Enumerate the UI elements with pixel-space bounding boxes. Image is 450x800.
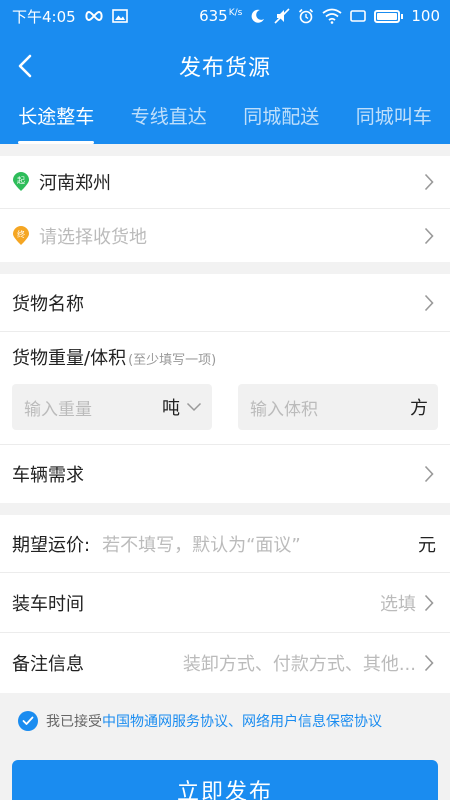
status-bar: 下午4:05 635K/s 100 [0, 0, 450, 32]
svg-text:终: 终 [17, 229, 25, 239]
end-location-row[interactable]: 终 请选择收货地 [0, 209, 450, 262]
status-time: 下午4:05 [12, 7, 76, 26]
back-arrow-icon [18, 54, 32, 78]
weight-volume-hint: (至少填写一项) [128, 353, 217, 368]
weight-unit-select[interactable]: 吨 [162, 394, 202, 420]
end-location-placeholder: 请选择收货地 [39, 226, 147, 248]
route-section: 起 河南郑州 终 请选择收货地 [0, 156, 450, 262]
vehicle-requirement-row[interactable]: 车辆需求 [0, 445, 450, 503]
price-input[interactable]: 若不填写，默认为“面议” [102, 531, 301, 557]
infinity-icon [84, 10, 104, 22]
image-icon [111, 9, 128, 23]
loading-time-placeholder: 选填 [380, 593, 416, 615]
screen-icon [350, 9, 367, 23]
wifi-icon [322, 8, 342, 24]
mute-icon [274, 8, 290, 24]
remark-label: 备注信息 [12, 654, 84, 675]
publish-button[interactable]: 立即发布 [12, 760, 438, 800]
start-location-value: 河南郑州 [39, 173, 111, 194]
chevron-right-icon [424, 654, 434, 672]
cargo-section: 货物名称 货物重量/体积 (至少填写一项) 输入重量 吨 输入体积 方 车辆需求 [0, 274, 450, 503]
start-location-row[interactable]: 起 河南郑州 [0, 156, 450, 209]
weight-input[interactable]: 输入重量 吨 [12, 384, 212, 430]
start-pin-icon: 起 [12, 172, 30, 192]
tab-city-call-car[interactable]: 同城叫车 [356, 102, 432, 144]
nav-bar: 发布货源 [0, 32, 450, 100]
weight-volume-block: 货物重量/体积 (至少填写一项) 输入重量 吨 输入体积 方 [0, 332, 450, 445]
chevron-right-icon [424, 294, 434, 311]
battery-icon [374, 9, 404, 23]
alarm-icon [298, 8, 314, 24]
tab-express-line[interactable]: 专线直达 [131, 102, 207, 144]
header: 下午4:05 635K/s 100 发布货源 长途整车 专线直达 同城配送 同城… [0, 0, 450, 144]
tab-long-distance[interactable]: 长途整车 [18, 102, 95, 144]
svg-text:起: 起 [17, 176, 25, 185]
chevron-right-icon [424, 227, 434, 244]
end-pin-icon: 终 [12, 225, 30, 246]
tab-city-delivery[interactable]: 同城配送 [243, 102, 319, 144]
chevron-right-icon [424, 173, 434, 191]
check-icon [22, 716, 34, 725]
remark-row[interactable]: 备注信息 装卸方式、付款方式、其他... [0, 633, 450, 693]
tab-bar: 长途整车 专线直达 同城配送 同城叫车 [0, 100, 450, 144]
vehicle-requirement-label: 车辆需求 [12, 465, 84, 486]
agreement-link[interactable]: 中国物通网服务协议、网络用户信息保密协议 [102, 711, 382, 731]
agreement-prefix: 我已接受 [46, 714, 102, 730]
battery-level: 100 [411, 7, 440, 25]
extra-section: 期望运价: 若不填写，默认为“面议” 元 装车时间 选填 备注信息 装卸方式、付… [0, 515, 450, 693]
agreement-checkbox[interactable] [18, 711, 38, 731]
volume-input[interactable]: 输入体积 方 [238, 384, 438, 430]
chevron-down-icon [186, 402, 202, 412]
price-row[interactable]: 期望运价: 若不填写，默认为“面议” 元 [0, 515, 450, 573]
loading-time-row[interactable]: 装车时间 选填 [0, 573, 450, 633]
weight-volume-title: 货物重量/体积 (至少填写一项) [12, 348, 217, 369]
page-title: 发布货源 [178, 56, 271, 81]
remark-placeholder: 装卸方式、付款方式、其他... [182, 654, 416, 675]
chevron-right-icon [424, 465, 434, 483]
loading-time-label: 装车时间 [12, 593, 84, 615]
chevron-right-icon [424, 594, 434, 611]
volume-unit: 方 [410, 398, 428, 419]
cargo-name-row[interactable]: 货物名称 [0, 274, 450, 332]
back-button[interactable] [18, 46, 50, 86]
price-label: 期望运价: [12, 534, 91, 556]
cargo-name-label: 货物名称 [12, 293, 84, 315]
price-unit: 元 [418, 534, 436, 556]
agreement-row: 我已接受 中国物通网服务协议、网络用户信息保密协议 [0, 693, 450, 749]
do-not-disturb-icon [250, 8, 266, 24]
network-speed: 635K/s [199, 7, 243, 25]
